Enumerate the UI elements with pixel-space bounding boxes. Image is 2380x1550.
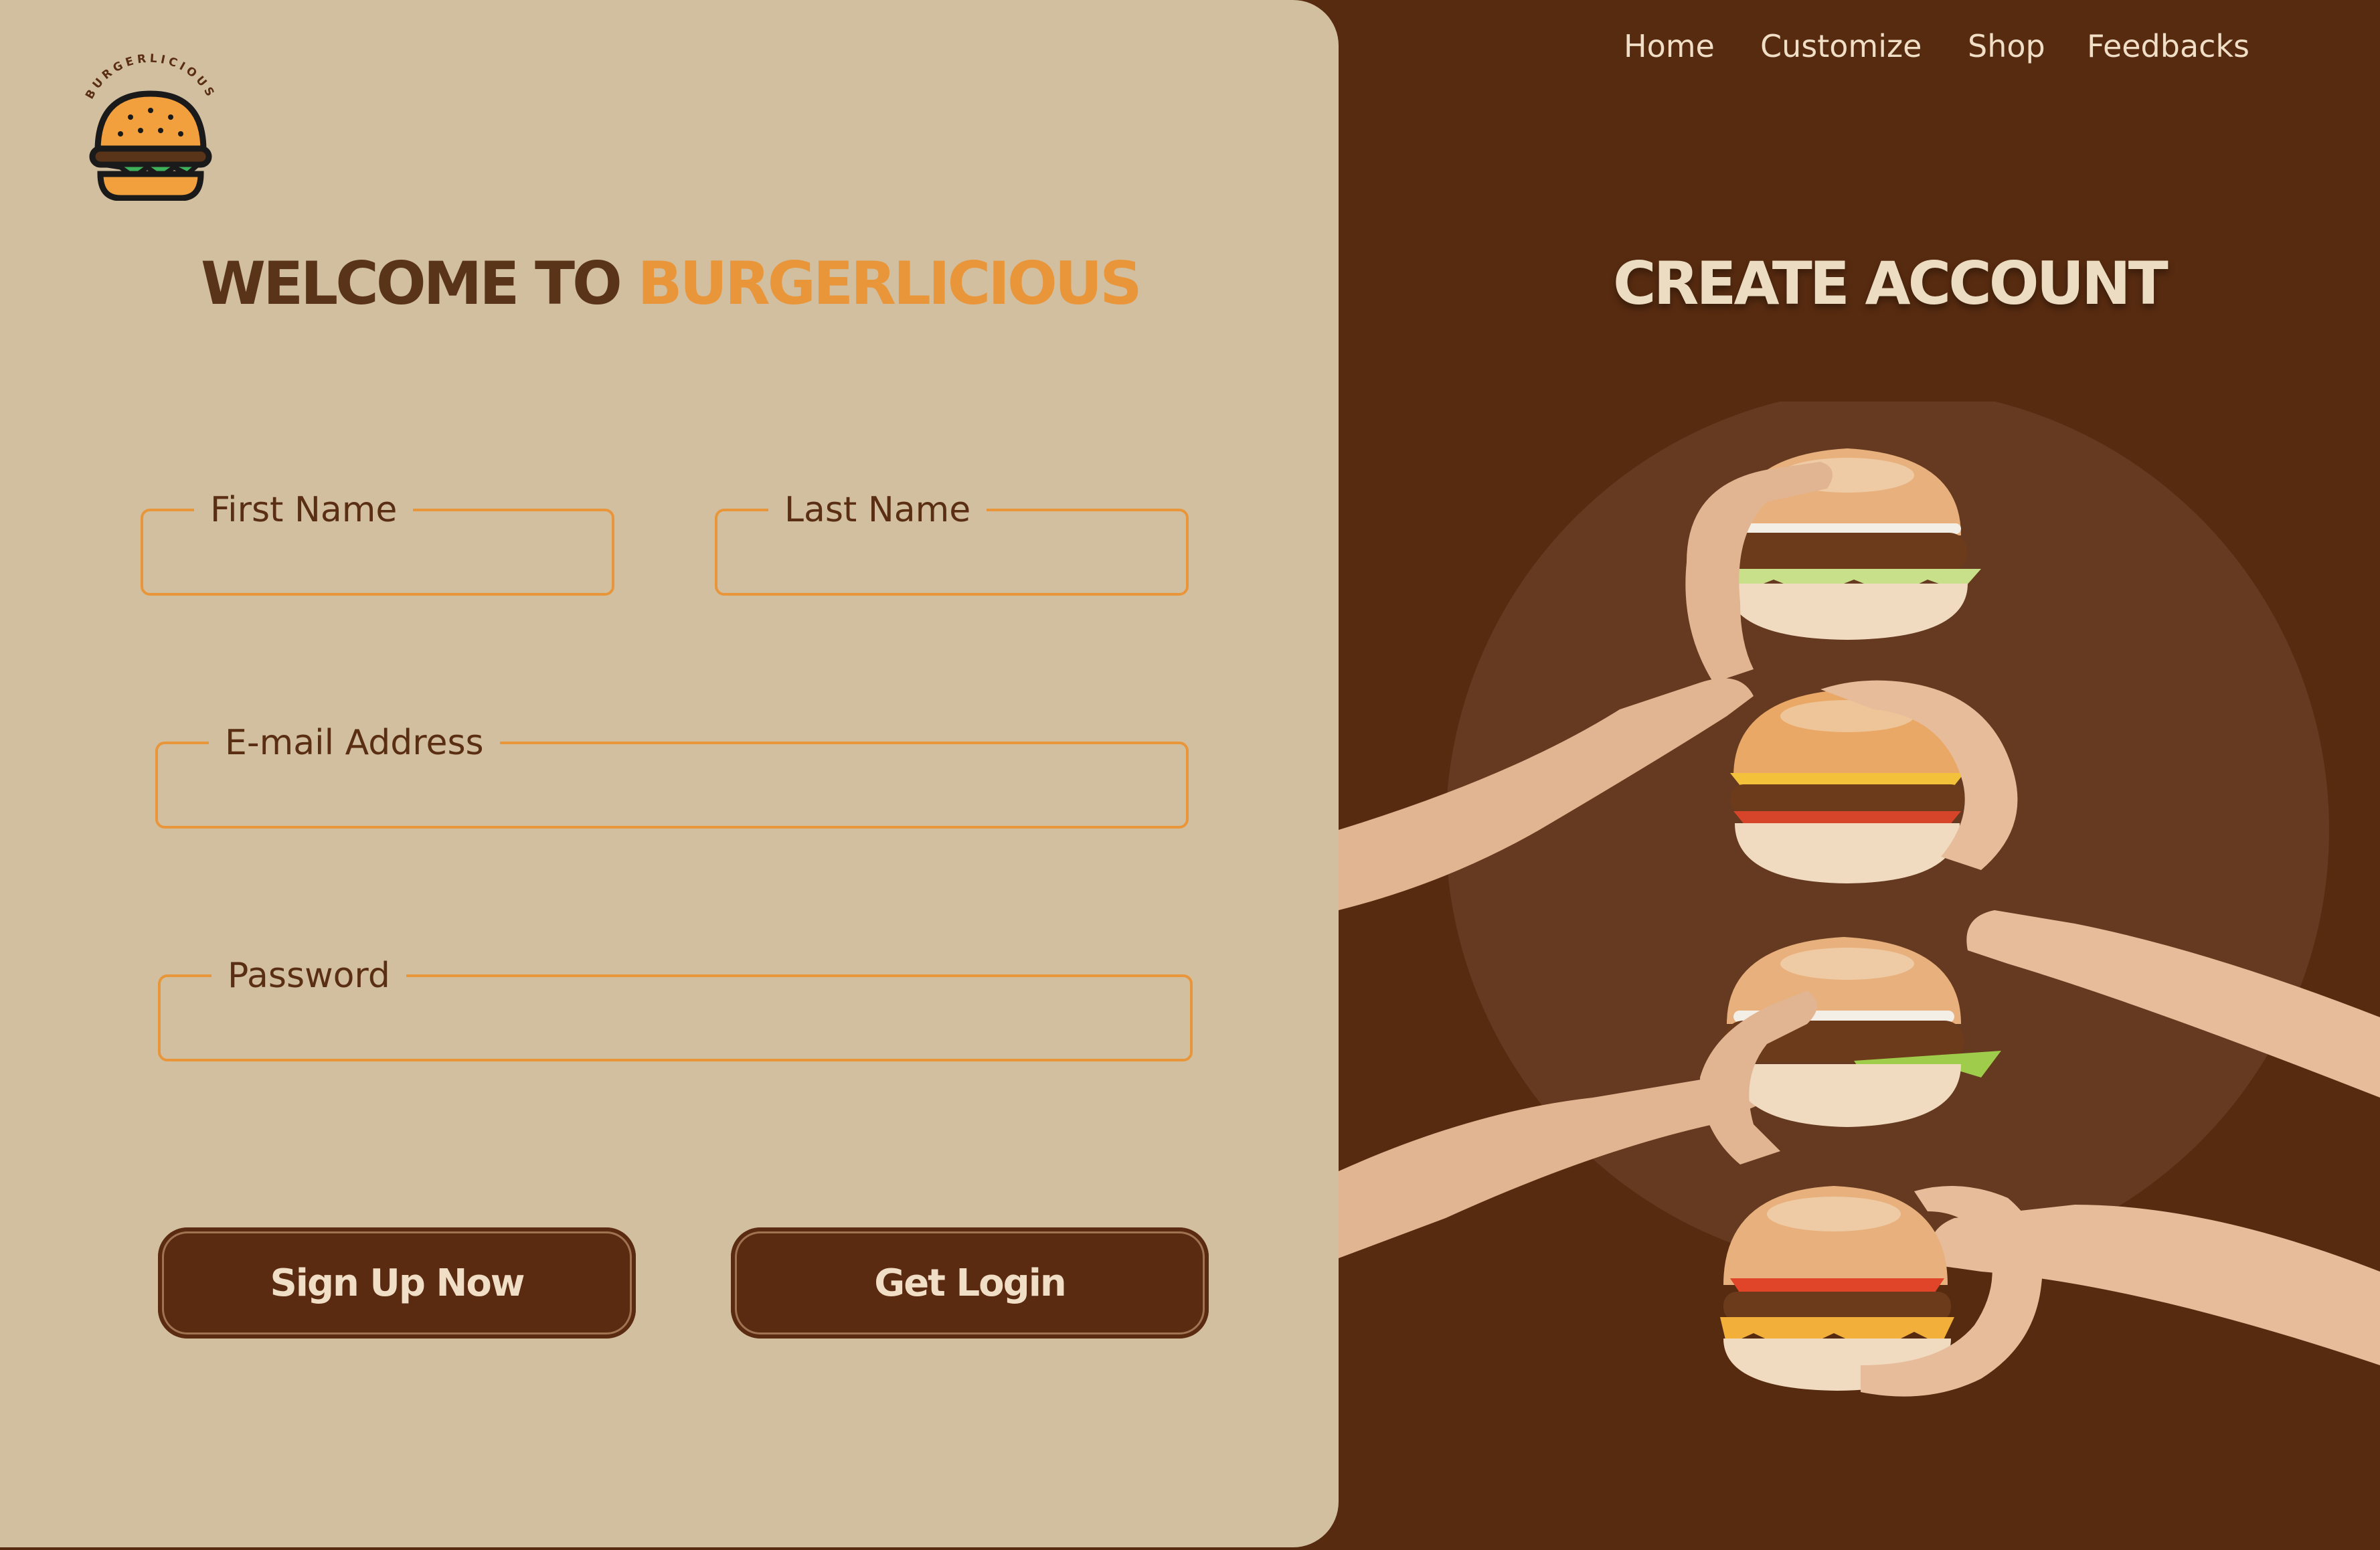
nav-customize[interactable]: Customize <box>1760 28 1922 64</box>
nav-home[interactable]: Home <box>1624 28 1715 64</box>
last-name-label: Last Name <box>768 489 987 531</box>
burger-logo-icon: BURGERLICIOUS <box>83 52 215 201</box>
burger-hero-image <box>1339 388 2380 1547</box>
password-label: Password <box>211 954 406 997</box>
email-label: E-mail Address <box>209 721 500 764</box>
burgers-in-hands-illustration <box>1339 388 2380 1397</box>
email-field[interactable]: E-mail Address <box>155 721 1189 829</box>
burgerlicious-logo[interactable]: BURGERLICIOUS <box>74 40 228 201</box>
sign-up-button[interactable]: Sign Up Now <box>158 1227 636 1339</box>
first-name-input[interactable] <box>163 531 592 585</box>
last-name-field[interactable]: Last Name <box>715 489 1189 596</box>
last-name-input[interactable] <box>738 531 1166 585</box>
first-name-field[interactable]: First Name <box>141 489 614 596</box>
first-name-label: First Name <box>194 489 414 531</box>
welcome-heading: WELCOME TO BURGERLICIOUS <box>201 249 1142 318</box>
password-field[interactable]: Password <box>158 954 1193 1061</box>
create-account-title: CREATE ACCOUNT <box>1613 249 2169 318</box>
email-input[interactable] <box>178 764 1166 818</box>
password-input[interactable] <box>181 997 1170 1051</box>
nav-feedbacks[interactable]: Feedbacks <box>2087 28 2249 64</box>
get-login-button[interactable]: Get Login <box>731 1227 1209 1339</box>
nav-shop[interactable]: Shop <box>1968 28 2045 64</box>
welcome-prefix: WELCOME TO <box>201 249 622 318</box>
welcome-brand: BURGERLICIOUS <box>637 249 1142 318</box>
signup-panel: BURGERLICIOUS WELCOME TO BURGERLICIOUS F… <box>0 0 1339 1547</box>
